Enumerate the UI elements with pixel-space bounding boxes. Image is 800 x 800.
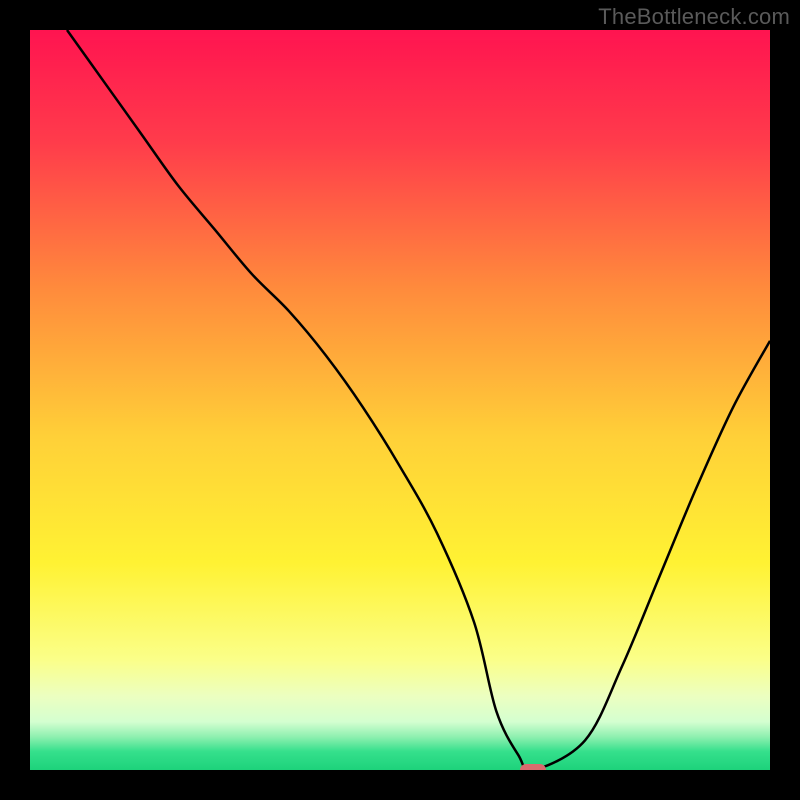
watermark-text: TheBottleneck.com	[598, 4, 790, 30]
plot-area	[30, 30, 770, 770]
optimal-marker	[520, 764, 546, 770]
bottleneck-curve	[30, 30, 770, 770]
